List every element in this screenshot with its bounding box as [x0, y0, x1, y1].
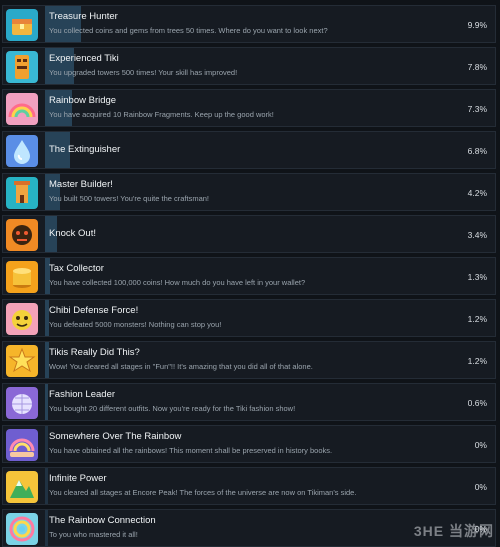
- achievement-body: Fashion Leader You bought 20 different ou…: [45, 384, 493, 420]
- star-icon: [6, 345, 38, 377]
- unlock-percentage: 6.8%: [467, 146, 487, 156]
- knockout-icon: [6, 219, 38, 251]
- achievement-row: Experienced Tiki You upgraded towers 500 …: [2, 47, 496, 85]
- unlock-percentage: 1.2%: [467, 314, 487, 324]
- achievement-description: Wow! You cleared all stages in "Fun"!! I…: [49, 362, 313, 371]
- achievement-description: You defeated 5000 monsters! Nothing can …: [49, 320, 222, 329]
- treasure-chest-icon: [6, 9, 38, 41]
- tiki-totem-icon: [6, 51, 38, 83]
- achievement-title: Tikis Really Did This?: [49, 347, 140, 358]
- achievement-description: You have obtained all the rainbows! This…: [49, 446, 333, 455]
- achievement-list: Treasure Hunter You collected coins and g…: [0, 0, 500, 547]
- achievement-description: You collected coins and gems from trees …: [49, 26, 328, 35]
- achievement-description: You upgraded towers 500 times! Your skil…: [49, 68, 238, 77]
- watermark: 3HE 当游网: [413, 523, 494, 539]
- achievement-description: To you who mastered it all!: [49, 530, 138, 539]
- unlock-percentage: 1.3%: [467, 272, 487, 282]
- unlock-percentage: 0%: [474, 482, 487, 492]
- achievement-title: The Extinguisher: [49, 144, 121, 155]
- monster-icon: [6, 303, 38, 335]
- achievement-body: Somewhere Over The Rainbow You have obtai…: [45, 426, 493, 462]
- coin-stack-icon: [6, 261, 38, 293]
- achievement-body: Chibi Defense Force! You defeated 5000 mo…: [45, 300, 493, 336]
- unlock-percentage: 7.3%: [467, 104, 487, 114]
- achievement-body: Infinite Power You cleared all stages at …: [45, 468, 493, 504]
- achievement-body: The Extinguisher 6.8%: [45, 132, 493, 168]
- disco-ball-icon: [6, 387, 38, 419]
- progress-bar: [45, 426, 48, 462]
- achievement-title: The Rainbow Connection: [49, 515, 156, 526]
- achievement-title: Somewhere Over The Rainbow: [49, 431, 182, 442]
- achievement-title: Experienced Tiki: [49, 53, 119, 64]
- rainbow-icon: [6, 93, 38, 125]
- water-drop-icon: [6, 135, 38, 167]
- achievement-row: Chibi Defense Force! You defeated 5000 mo…: [2, 299, 496, 337]
- achievement-row: Somewhere Over The Rainbow You have obtai…: [2, 425, 496, 463]
- achievement-row: Fashion Leader You bought 20 different ou…: [2, 383, 496, 421]
- tower-icon: [6, 177, 38, 209]
- achievement-row: Master Builder! You built 500 towers! You…: [2, 173, 496, 211]
- achievement-title: Treasure Hunter: [49, 11, 118, 22]
- unlock-percentage: 0.6%: [467, 398, 487, 408]
- mountain-icon: [6, 471, 38, 503]
- achievement-description: You built 500 towers! You're quite the c…: [49, 194, 210, 203]
- rainbow-hands-icon: [6, 429, 38, 461]
- unlock-percentage: 9.9%: [467, 20, 487, 30]
- unlock-percentage: 1.2%: [467, 356, 487, 366]
- unlock-percentage: 3.4%: [467, 230, 487, 240]
- achievement-title: Knock Out!: [49, 228, 96, 239]
- achievement-body: Treasure Hunter You collected coins and g…: [45, 6, 493, 42]
- achievement-body: Tikis Really Did This? Wow! You cleared a…: [45, 342, 493, 378]
- achievement-description: You bought 20 different outfits. Now you…: [49, 404, 296, 413]
- achievement-description: You cleared all stages at Encore Peak! T…: [49, 488, 357, 497]
- achievement-title: Fashion Leader: [49, 389, 116, 400]
- achievement-body: Tax Collector You have collected 100,000 …: [45, 258, 493, 294]
- achievement-row: Rainbow Bridge You have acquired 10 Rainb…: [2, 89, 496, 127]
- achievement-row: Tikis Really Did This? Wow! You cleared a…: [2, 341, 496, 379]
- achievement-body: Experienced Tiki You upgraded towers 500 …: [45, 48, 493, 84]
- unlock-percentage: 4.2%: [467, 188, 487, 198]
- achievement-description: You have acquired 10 Rainbow Fragments. …: [49, 110, 274, 119]
- achievement-row: Infinite Power You cleared all stages at …: [2, 467, 496, 505]
- achievement-title: Tax Collector: [49, 263, 104, 274]
- achievement-body: Master Builder! You built 500 towers! You…: [45, 174, 493, 210]
- achievement-title: Chibi Defense Force!: [49, 305, 139, 316]
- achievement-row: The Extinguisher 6.8%: [2, 131, 496, 169]
- progress-bar: [45, 384, 48, 420]
- achievement-title: Infinite Power: [49, 473, 107, 484]
- achievement-row: Knock Out! 3.4%: [2, 215, 496, 253]
- achievement-row: Tax Collector You have collected 100,000 …: [2, 257, 496, 295]
- unlock-percentage: 7.8%: [467, 62, 487, 72]
- achievement-body: Knock Out! 3.4%: [45, 216, 493, 252]
- rainbow-circle-icon: [6, 513, 38, 545]
- achievement-body: Rainbow Bridge You have acquired 10 Rainb…: [45, 90, 493, 126]
- achievement-title: Master Builder!: [49, 179, 113, 190]
- unlock-percentage: 0%: [474, 440, 487, 450]
- achievement-row: Treasure Hunter You collected coins and g…: [2, 5, 496, 43]
- progress-bar: [45, 468, 48, 504]
- achievement-title: Rainbow Bridge: [49, 95, 117, 106]
- progress-bar: [45, 510, 48, 546]
- achievement-description: You have collected 100,000 coins! How mu…: [49, 278, 306, 287]
